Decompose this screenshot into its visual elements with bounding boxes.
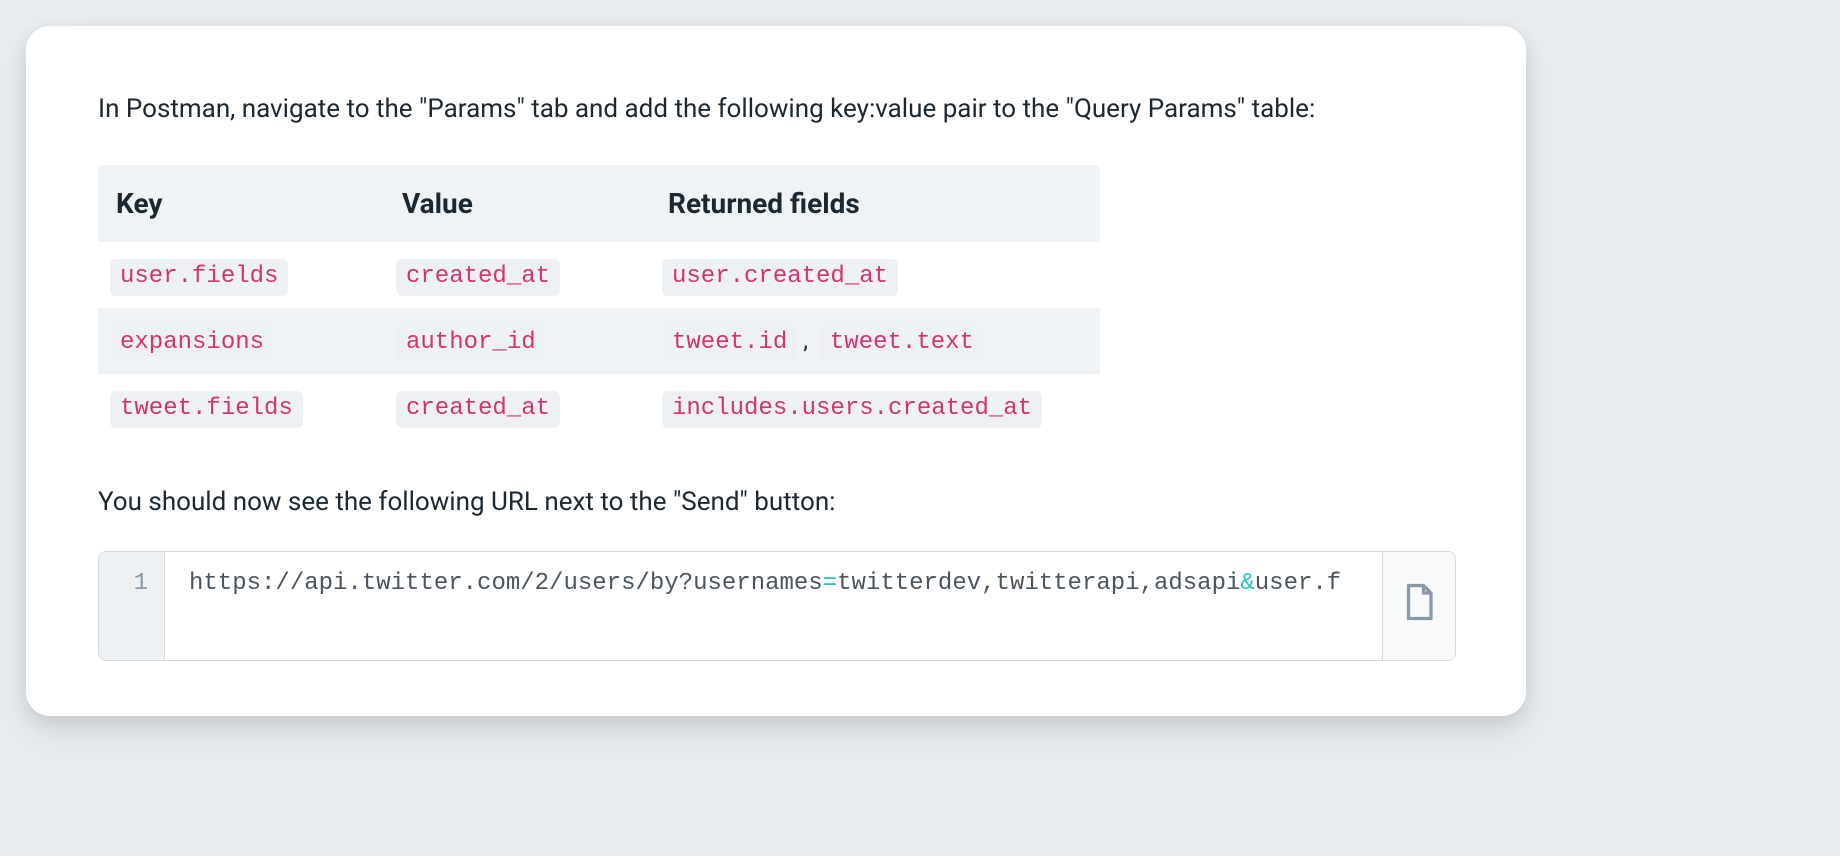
table-row: tweet.fields created_at includes.users.c… xyxy=(98,374,1100,440)
outro-paragraph: You should now see the following URL nex… xyxy=(98,484,1456,520)
code-area[interactable]: https://api.twitter.com/2/users/by?usern… xyxy=(165,552,1382,660)
returned-code: tweet.text xyxy=(820,325,984,362)
separator: , xyxy=(797,326,814,354)
cell-value: author_id xyxy=(396,325,546,362)
returned-code: user.created_at xyxy=(662,259,898,296)
doc-card: In Postman, navigate to the "Params" tab… xyxy=(26,26,1526,716)
cell-returned: tweet.id, tweet.text xyxy=(650,308,1100,374)
code-seg: user.f xyxy=(1255,570,1341,597)
params-table: Key Value Returned fields user.fields cr… xyxy=(98,165,1100,440)
code-seg: twitterdev,twitterapi,adsapi xyxy=(837,570,1240,597)
line-number: 1 xyxy=(134,570,148,597)
table-row: expansions author_id tweet.id, tweet.tex… xyxy=(98,308,1100,374)
cell-returned: includes.users.created_at xyxy=(650,374,1100,440)
code-seg: https://api.twitter.com/2/users/by?usern… xyxy=(189,570,823,597)
code-seg-eq: = xyxy=(823,570,837,597)
th-key: Key xyxy=(98,165,384,242)
code-gutter: 1 xyxy=(99,552,165,660)
code-seg-amp: & xyxy=(1240,570,1254,597)
cell-key: tweet.fields xyxy=(110,391,303,428)
th-returned: Returned fields xyxy=(650,165,1100,242)
cell-key: user.fields xyxy=(110,259,288,296)
returned-code: tweet.id xyxy=(662,325,797,362)
cell-value: created_at xyxy=(396,391,560,428)
cell-value: created_at xyxy=(396,259,560,296)
cell-returned: user.created_at xyxy=(650,242,1100,308)
copy-button[interactable] xyxy=(1382,552,1455,660)
table-row: user.fields created_at user.created_at xyxy=(98,242,1100,308)
cell-key: expansions xyxy=(110,325,274,362)
table-header-row: Key Value Returned fields xyxy=(98,165,1100,242)
returned-code: includes.users.created_at xyxy=(662,391,1042,428)
intro-paragraph: In Postman, navigate to the "Params" tab… xyxy=(98,91,1456,127)
url-code-block: 1 https://api.twitter.com/2/users/by?use… xyxy=(98,551,1456,661)
th-value: Value xyxy=(384,165,650,242)
copy-icon xyxy=(1401,581,1437,631)
